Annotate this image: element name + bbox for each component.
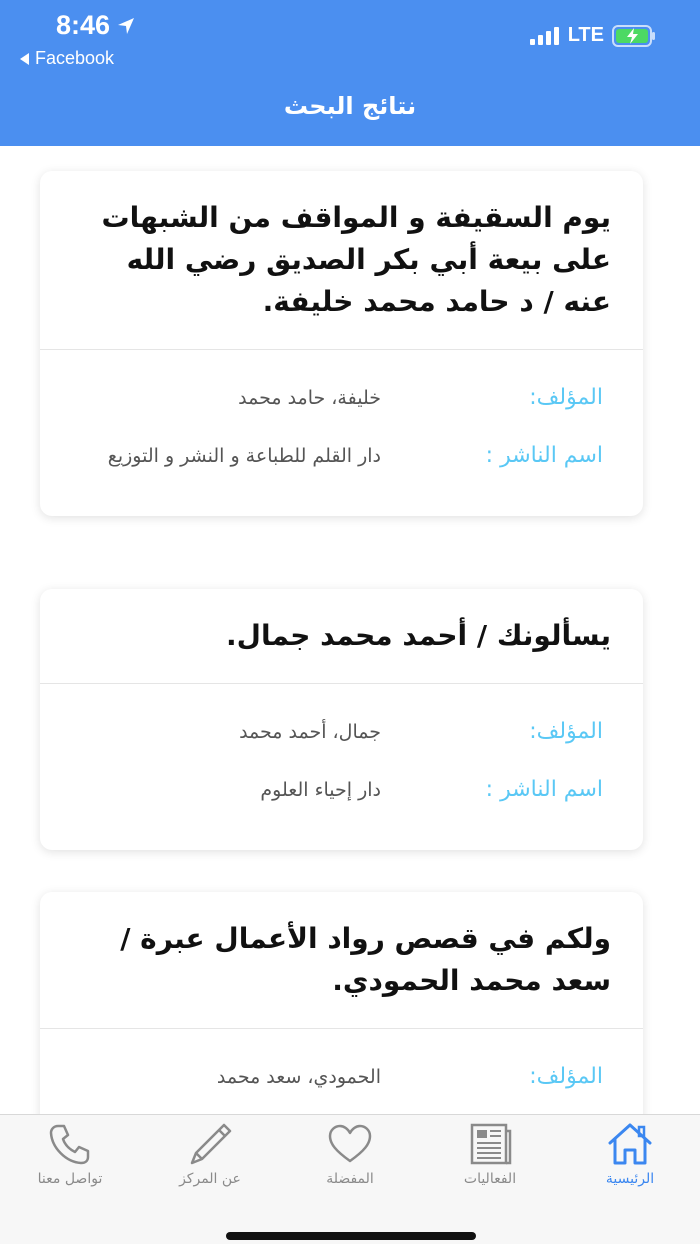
tab-favorites[interactable]: المفضلة [280,1121,420,1187]
tab-events-label: الفعاليات [463,1171,517,1187]
back-triangle-icon [20,52,29,65]
network-type: LTE [567,24,604,46]
home-icon [608,1123,652,1165]
results-list[interactable]: يوم السقيفة و المواقف من الشبهات على بيع… [0,146,700,1114]
header-bar: 8:46 Facebook LTE نتائج البحث [0,0,700,146]
tab-about-label: عن المركز [179,1171,241,1187]
result-details: المؤلف: جمال، أحمد محمد اسم الناشر : دار… [40,684,643,850]
tab-contact[interactable]: تواصل معنا [0,1121,140,1187]
page-title: نتائج البحث [283,92,417,120]
author-label: المؤلف: [529,719,603,744]
result-title: يسألونك / أحمد محمد جمال. [226,619,611,652]
result-card[interactable]: ولكم في قصص رواد الأعمال عبرة / سعد محمد… [40,892,643,1114]
location-arrow-icon [118,17,135,34]
publisher-label: اسم الناشر : [485,443,603,468]
author-row: المؤلف: الحمودي، سعد محمد [70,1057,603,1097]
result-card[interactable]: يوم السقيفة و المواقف من الشبهات على بيع… [40,171,643,516]
tab-events[interactable]: الفعاليات [420,1121,560,1187]
status-indicators: LTE [529,24,656,47]
publisher-value: دار القلم للطباعة و النشر و التوزيع [107,445,381,467]
author-row: المؤلف: خليفة، حامد محمد [70,378,603,418]
tab-home[interactable]: الرئيسية [560,1121,700,1187]
signal-bars-icon [529,26,559,45]
tab-contact-label: تواصل معنا [37,1171,103,1187]
publisher-row: اسم الناشر : دار إحياء العلوم [70,770,603,810]
publisher-label: اسم الناشر : [485,777,603,802]
author-value: الحمودي، سعد محمد [216,1066,381,1088]
publisher-value: دار إحياء العلوم [260,779,381,801]
result-details: المؤلف: الحمودي، سعد محمد [40,1029,643,1114]
publisher-row: اسم الناشر : دار القلم للطباعة و النشر و… [70,436,603,476]
heart-icon [328,1124,372,1163]
status-time-text: 8:46 [56,10,111,40]
result-details: المؤلف: خليفة، حامد محمد اسم الناشر : دا… [40,350,643,516]
author-label: المؤلف: [529,1064,603,1089]
phone-icon [49,1124,90,1165]
author-label: المؤلف: [529,385,603,410]
back-app-label: Facebook [35,48,115,68]
result-card[interactable]: يسألونك / أحمد محمد جمال. المؤلف: جمال، … [40,589,643,850]
author-row: المؤلف: جمال، أحمد محمد [70,712,603,752]
status-time: 8:46 [56,10,136,41]
tab-favorites-label: المفضلة [326,1171,374,1187]
back-to-app-link[interactable]: Facebook [20,48,114,69]
home-indicator [226,1232,476,1240]
newspaper-icon [470,1123,512,1165]
author-value: جمال، أحمد محمد [239,721,381,743]
tab-home-label: الرئيسية [605,1171,655,1187]
tab-about[interactable]: عن المركز [140,1121,280,1187]
tab-bar: الرئيسية الفعاليات المفضلة عن المركز توا… [0,1114,700,1244]
result-title: ولكم في قصص رواد الأعمال عبرة / سعد محمد… [120,922,611,997]
result-title: يوم السقيفة و المواقف من الشبهات على بيع… [101,201,611,318]
battery-charging-icon [612,24,655,47]
pencil-icon [190,1123,232,1165]
author-value: خليفة، حامد محمد [238,387,381,409]
